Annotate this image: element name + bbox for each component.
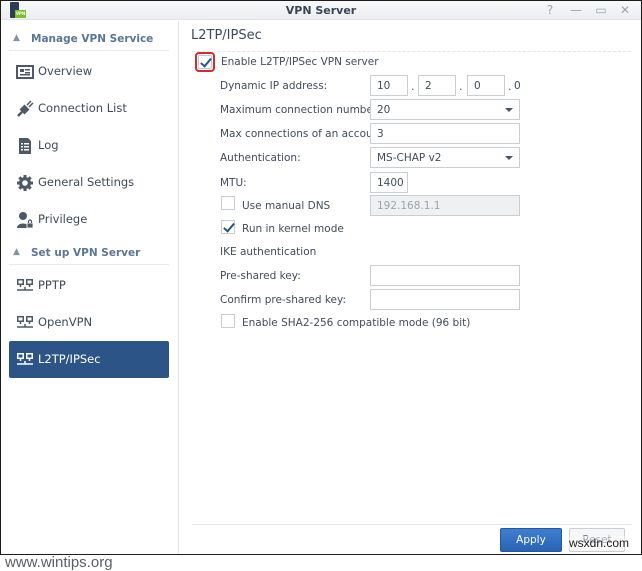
- max-account-connections-label: Max connections of an account:: [220, 128, 387, 140]
- page-title: L2TP/IPSec: [191, 28, 262, 43]
- chevron-up-icon: ▲: [13, 33, 20, 43]
- manual-dns-label: Use manual DNS: [242, 200, 331, 212]
- overview-icon: [16, 65, 34, 79]
- manual-dns-checkbox[interactable]: [221, 196, 235, 210]
- close-icon[interactable]: ✕: [618, 3, 632, 17]
- dynamic-ip-label: Dynamic IP address:: [220, 80, 328, 92]
- sidebar: ▲ Manage VPN Service Overview Connection…: [1, 21, 179, 571]
- section-manage-vpn-service[interactable]: ▲ Manage VPN Service: [9, 29, 169, 51]
- sidebar-item-pptp[interactable]: PPTP: [9, 267, 169, 304]
- max-account-connections-input[interactable]: 3: [370, 123, 520, 144]
- watermark-wsxdn: wsxdn.com: [569, 536, 630, 550]
- section-set-up-vpn-server[interactable]: ▲ Set up VPN Server: [9, 243, 169, 265]
- sha2-compat-checkbox[interactable]: [221, 314, 235, 328]
- maximize-icon[interactable]: ▭: [594, 3, 608, 17]
- ip-dot-separator: .: [459, 80, 463, 93]
- max-connection-select[interactable]: 20: [370, 99, 520, 120]
- dynamic-ip-octet-1[interactable]: 10: [370, 75, 408, 96]
- footer-divider: [192, 524, 631, 525]
- plug-icon: [17, 100, 34, 117]
- gear-icon: [17, 175, 33, 191]
- dynamic-ip-octet-4: 0: [514, 80, 521, 92]
- sidebar-item-overview[interactable]: Overview: [9, 53, 169, 90]
- confirm-pre-shared-key-label: Confirm pre-shared key:: [220, 294, 346, 306]
- mtu-input[interactable]: 1400: [370, 172, 408, 193]
- ip-dot-separator: .: [411, 80, 415, 93]
- title-divider: [192, 51, 631, 52]
- authentication-label: Authentication:: [220, 152, 301, 164]
- network-icon: [17, 316, 33, 328]
- sidebar-item-l2tp-ipsec[interactable]: L2TP/IPSec: [9, 341, 169, 378]
- help-icon[interactable]: ?: [543, 3, 557, 17]
- network-icon: [17, 353, 33, 365]
- ike-authentication-heading: IKE authentication: [220, 246, 317, 258]
- manual-dns-input[interactable]: 192.168.1.1: [370, 195, 520, 216]
- authentication-select[interactable]: MS-CHAP v2: [370, 147, 520, 168]
- vpn-server-window: VPN VPN Server ? — ▭ ✕ ▲ Manage VPN Serv…: [0, 0, 642, 571]
- dynamic-ip-octet-3[interactable]: 0: [467, 75, 505, 96]
- enable-l2tp-label: Enable L2TP/IPSec VPN server: [221, 56, 379, 68]
- pre-shared-key-input[interactable]: [370, 265, 520, 286]
- sidebar-item-log[interactable]: Log: [9, 127, 169, 164]
- watermark-wintips: www.wintips.org: [5, 554, 113, 571]
- log-icon: [19, 138, 31, 154]
- user-lock-icon: [17, 212, 34, 229]
- l2tp-settings-panel: L2TP/IPSec Enable L2TP/IPSec VPN server …: [180, 21, 641, 554]
- enable-l2tp-checkbox[interactable]: [195, 52, 215, 72]
- max-connection-label: Maximum connection number:: [220, 104, 381, 116]
- ip-dot-separator: .: [508, 80, 512, 93]
- sha2-compat-label: Enable SHA2-256 compatible mode (96 bit): [242, 317, 471, 329]
- title-bar: VPN VPN Server ? — ▭ ✕: [1, 1, 641, 20]
- kernel-mode-label: Run in kernel mode: [242, 223, 344, 235]
- kernel-mode-checkbox[interactable]: [221, 220, 235, 234]
- pre-shared-key-label: Pre-shared key:: [220, 270, 301, 282]
- sidebar-item-connection-list[interactable]: Connection List: [9, 90, 169, 127]
- apply-button[interactable]: Apply: [500, 528, 562, 552]
- sidebar-item-openvpn[interactable]: OpenVPN: [9, 304, 169, 341]
- dynamic-ip-octet-2[interactable]: 2: [418, 75, 456, 96]
- network-icon: [17, 279, 33, 291]
- mtu-label: MTU:: [220, 177, 247, 189]
- sidebar-item-general-settings[interactable]: General Settings: [9, 164, 169, 201]
- minimize-icon[interactable]: —: [569, 3, 583, 17]
- confirm-pre-shared-key-input[interactable]: [370, 289, 520, 310]
- chevron-up-icon: ▲: [13, 247, 20, 257]
- sidebar-item-privilege[interactable]: Privilege: [9, 201, 169, 238]
